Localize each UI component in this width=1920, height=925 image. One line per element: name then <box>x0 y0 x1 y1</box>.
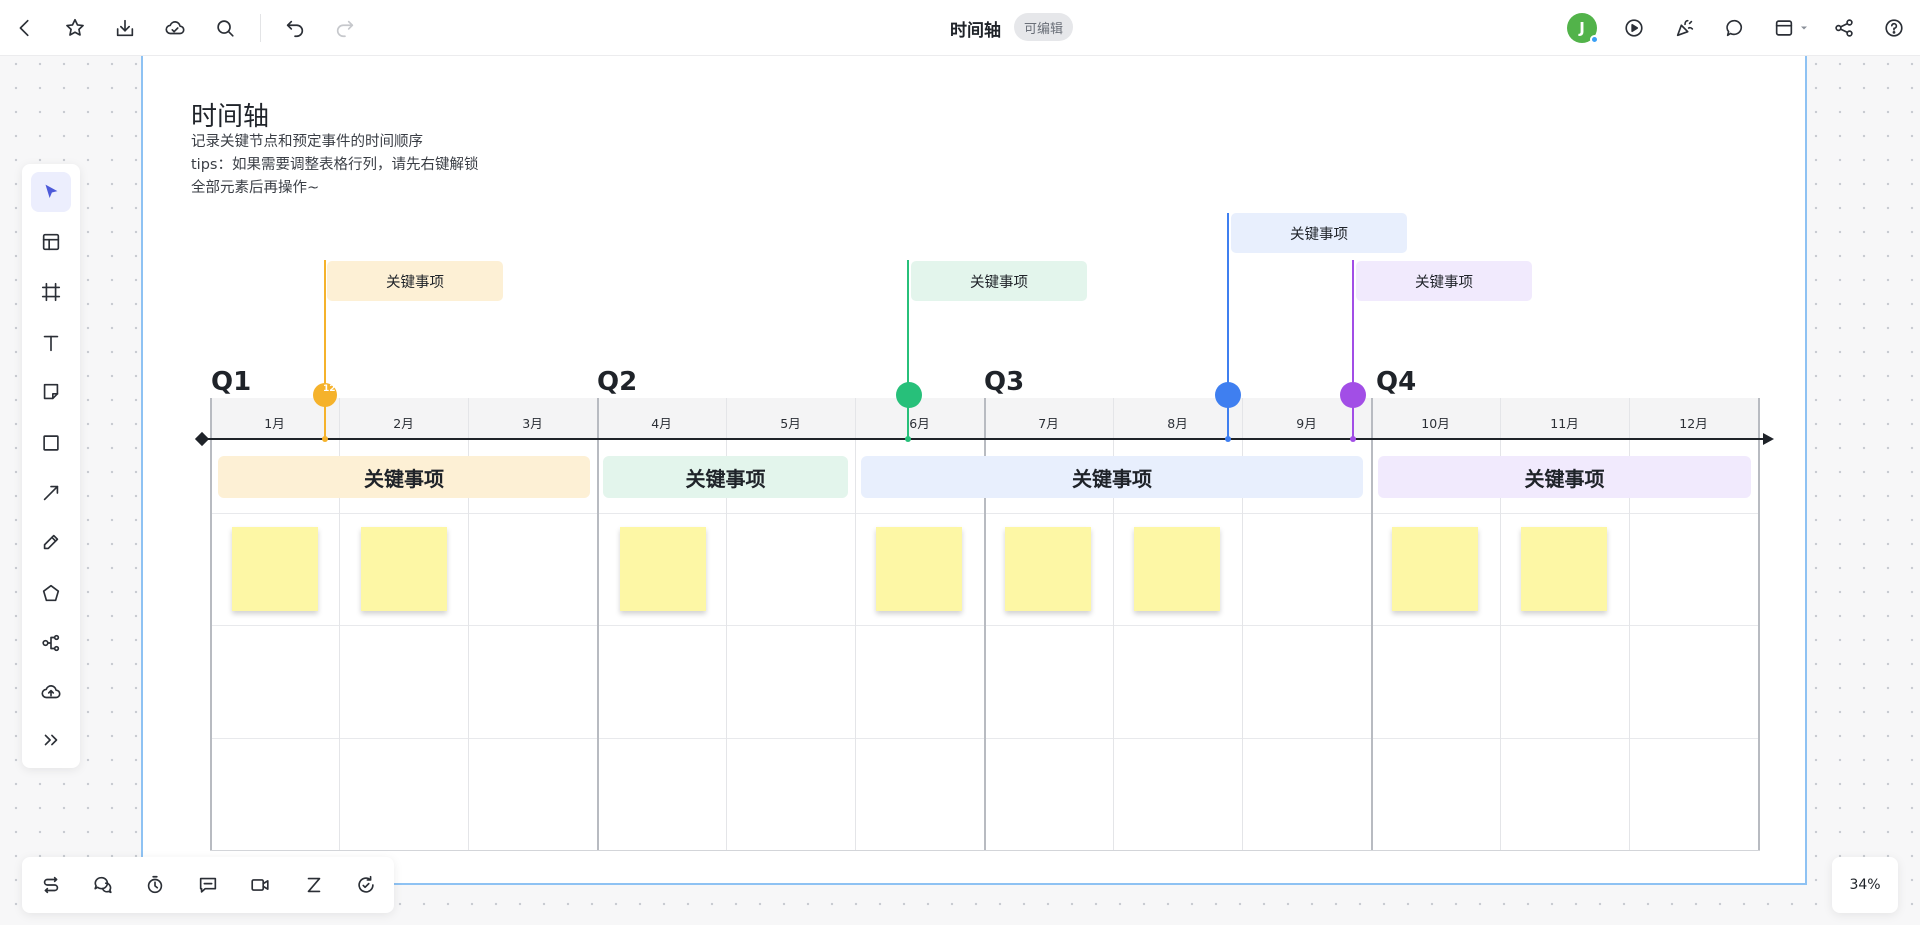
zoom-level[interactable]: 34% <box>1832 857 1898 913</box>
sticky-note[interactable] <box>361 527 447 611</box>
milestone-dot[interactable] <box>1215 382 1241 408</box>
milestone-dot[interactable] <box>896 382 922 408</box>
milestone-card[interactable]: 关键事项 <box>911 261 1087 301</box>
layout-dropdown-chevron-icon[interactable] <box>1794 12 1814 44</box>
back-icon[interactable] <box>9 12 41 44</box>
month-label[interactable]: 6月 <box>855 413 984 432</box>
quarter-label-q1[interactable]: Q1 <box>211 367 251 397</box>
document-title[interactable]: 时间轴 <box>950 16 1001 41</box>
toolbar-divider <box>260 14 261 42</box>
left-toolbar <box>22 164 80 768</box>
play-icon[interactable] <box>1618 12 1650 44</box>
milestone-axis-tick <box>905 436 911 442</box>
month-label[interactable]: 1月 <box>210 413 339 432</box>
bottom-toolbar <box>22 857 394 913</box>
table-bottom-border <box>210 850 1760 851</box>
month-label[interactable]: 12月 <box>1629 413 1758 432</box>
line-icon[interactable] <box>31 473 71 513</box>
connector-icon[interactable] <box>31 865 71 905</box>
video-icon[interactable] <box>240 865 280 905</box>
sticky-note[interactable] <box>876 527 962 611</box>
quarter-divider <box>210 398 212 850</box>
quarter-band-q2[interactable]: 关键事项 <box>603 456 848 498</box>
cloud-icon[interactable] <box>159 12 191 44</box>
milestone-comment-count: 12 <box>323 384 336 394</box>
milestone-line <box>907 260 909 440</box>
sheet-description[interactable]: 记录关键节点和预定事件的时间顺序 tips：如果需要调整表格行列，请先右键解锁 … <box>191 131 478 200</box>
quarter-label-q2[interactable]: Q2 <box>597 367 637 397</box>
month-label[interactable]: 8月 <box>1113 413 1242 432</box>
quarter-band-q4[interactable]: 关键事项 <box>1378 456 1751 498</box>
milestone-axis-tick <box>1350 436 1356 442</box>
timeline-axis <box>203 438 1763 440</box>
sticky-note[interactable] <box>1392 527 1478 611</box>
pen-icon[interactable] <box>31 522 71 562</box>
avatar-letter: J <box>1579 19 1585 37</box>
description-line: 记录关键节点和预定事件的时间顺序 <box>191 134 423 150</box>
sticky-note[interactable] <box>620 527 706 611</box>
description-line: tips：如果需要调整表格行列，请先右键解锁 <box>191 157 479 173</box>
celebrate-icon[interactable] <box>1669 12 1701 44</box>
milestone-card[interactable]: 关键事项 <box>327 261 503 301</box>
star-icon[interactable] <box>59 12 91 44</box>
frame-icon[interactable] <box>31 272 71 312</box>
month-divider <box>855 398 856 850</box>
table-right-border <box>1758 398 1760 850</box>
message-icon[interactable] <box>188 865 228 905</box>
history-icon[interactable] <box>346 865 386 905</box>
milestone-axis-tick <box>322 436 328 442</box>
undo-icon[interactable] <box>279 12 311 44</box>
timer-icon[interactable] <box>135 865 175 905</box>
milestone-card[interactable]: 关键事项 <box>1356 261 1532 301</box>
chat-icon[interactable] <box>83 865 123 905</box>
mindmap-icon[interactable] <box>31 623 71 663</box>
sticky-note[interactable] <box>1134 527 1220 611</box>
sticky-note[interactable] <box>232 527 318 611</box>
sticky-note[interactable] <box>1005 527 1091 611</box>
template-icon[interactable] <box>31 222 71 262</box>
month-label[interactable]: 3月 <box>468 413 597 432</box>
description-line: 全部元素后再操作~ <box>191 180 320 196</box>
avatar[interactable]: J <box>1567 13 1599 44</box>
select-icon[interactable] <box>31 172 71 212</box>
milestone-line <box>324 260 326 440</box>
quarter-band-q1[interactable]: 关键事项 <box>218 456 590 498</box>
share-icon[interactable] <box>1828 12 1860 44</box>
search-icon[interactable] <box>209 12 241 44</box>
month-label[interactable]: 7月 <box>984 413 1113 432</box>
quarter-band-q3[interactable]: 关键事项 <box>861 456 1363 498</box>
quarter-divider <box>1371 398 1373 850</box>
sleep-icon[interactable] <box>294 865 334 905</box>
milestone-axis-tick <box>1225 436 1231 442</box>
milestone-card[interactable]: 关键事项 <box>1231 213 1407 253</box>
month-label[interactable]: 4月 <box>597 413 726 432</box>
sticky-note-icon[interactable] <box>31 372 71 412</box>
quarter-label-q4[interactable]: Q4 <box>1376 367 1416 397</box>
top-bar: 时间轴 可编辑 J <box>0 0 1920 56</box>
milestone-dot[interactable] <box>1340 382 1366 408</box>
sheet-title[interactable]: 时间轴 <box>191 96 269 133</box>
shape-icon[interactable] <box>31 573 71 613</box>
download-icon[interactable] <box>109 12 141 44</box>
month-label[interactable]: 2月 <box>339 413 468 432</box>
quarter-divider <box>597 398 599 850</box>
text-icon[interactable] <box>31 323 71 363</box>
more-icon[interactable] <box>31 720 71 760</box>
rectangle-icon[interactable] <box>31 423 71 463</box>
month-label[interactable]: 11月 <box>1500 413 1629 432</box>
upload-icon[interactable] <box>31 672 71 712</box>
editable-badge: 可编辑 <box>1014 13 1074 41</box>
help-icon[interactable] <box>1878 12 1910 44</box>
timeline-arrow <box>1763 433 1774 445</box>
comment-icon[interactable] <box>1719 12 1751 44</box>
milestone-line <box>1352 260 1354 440</box>
month-label[interactable]: 10月 <box>1371 413 1500 432</box>
month-label[interactable]: 5月 <box>726 413 855 432</box>
quarter-label-q3[interactable]: Q3 <box>984 367 1024 397</box>
online-status-dot <box>1590 35 1599 44</box>
redo-icon[interactable] <box>329 12 361 44</box>
sticky-note[interactable] <box>1521 527 1607 611</box>
